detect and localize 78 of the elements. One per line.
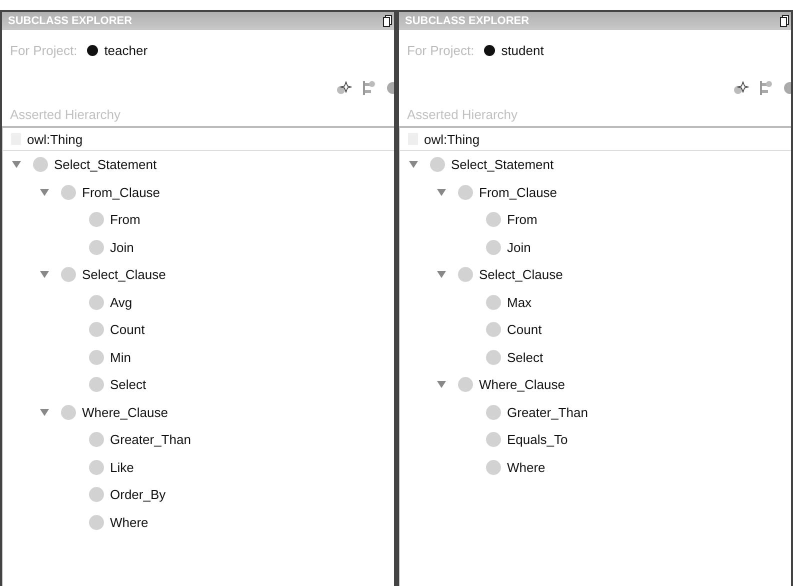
tree-item[interactable]: From bbox=[507, 212, 538, 228]
class-icon bbox=[89, 350, 104, 365]
class-icon bbox=[89, 240, 104, 255]
class-icon bbox=[89, 294, 104, 310]
class-icon bbox=[458, 184, 473, 200]
project-name: teacher bbox=[104, 42, 148, 58]
class-icon bbox=[486, 350, 501, 365]
class-icon bbox=[89, 432, 104, 448]
tree-item[interactable]: Join bbox=[110, 240, 134, 255]
tree-item[interactable]: Where_Clause bbox=[82, 404, 168, 420]
hierarchy-icon[interactable] bbox=[362, 80, 376, 96]
class-icon bbox=[486, 432, 501, 448]
class-icon bbox=[61, 404, 76, 420]
class-icon bbox=[486, 212, 501, 228]
tree-item[interactable]: Select_Clause bbox=[82, 267, 166, 282]
tree-item[interactable]: Where_Clause bbox=[479, 377, 565, 392]
class-icon bbox=[61, 184, 76, 200]
class-icon bbox=[61, 267, 76, 282]
tree-item[interactable]: Select_Statement bbox=[451, 157, 554, 172]
expand-toggle[interactable] bbox=[39, 188, 49, 197]
expand-toggle[interactable] bbox=[436, 380, 446, 390]
tree-item[interactable]: Avg bbox=[110, 294, 132, 310]
window-icon[interactable] bbox=[780, 15, 789, 27]
tree-item[interactable]: Where bbox=[110, 514, 148, 530]
class-icon bbox=[89, 212, 104, 228]
class-icon bbox=[486, 322, 501, 338]
tree-item[interactable]: owl:Thing bbox=[27, 132, 83, 146]
sparkle-icon[interactable] bbox=[336, 81, 352, 95]
project-icon bbox=[87, 44, 98, 56]
hierarchy-icon[interactable] bbox=[759, 80, 773, 96]
tree-item[interactable]: Min bbox=[110, 350, 131, 365]
tree-item[interactable]: Count bbox=[110, 322, 145, 338]
tree-item[interactable]: From bbox=[110, 212, 140, 228]
class-icon bbox=[89, 377, 104, 392]
project-name: student bbox=[501, 42, 544, 58]
expand-toggle[interactable] bbox=[436, 270, 446, 280]
window-icon[interactable] bbox=[383, 15, 392, 27]
tree-item[interactable]: Select bbox=[507, 350, 544, 365]
tree-item[interactable]: Select_Clause bbox=[479, 267, 563, 282]
class-icon bbox=[89, 460, 104, 475]
class-icon bbox=[33, 157, 48, 172]
class-icon bbox=[89, 322, 104, 338]
class-icon bbox=[458, 267, 473, 282]
tree-item[interactable]: Greater_Than bbox=[110, 432, 191, 448]
expand-toggle[interactable] bbox=[11, 160, 21, 170]
project-label: For Project: bbox=[407, 42, 474, 58]
hierarchy-label: Asserted Hierarchy bbox=[407, 107, 518, 122]
tree-item[interactable]: From_Clause bbox=[82, 184, 160, 200]
class-icon bbox=[486, 404, 501, 420]
project-label: For Project: bbox=[10, 42, 78, 58]
class-icon bbox=[89, 514, 104, 530]
tree-item[interactable]: Join bbox=[507, 240, 531, 255]
class-icon bbox=[486, 240, 501, 255]
project-icon bbox=[484, 44, 496, 56]
class-icon bbox=[430, 157, 445, 172]
expand-toggle[interactable] bbox=[436, 188, 446, 197]
expand-toggle[interactable] bbox=[408, 160, 418, 170]
sparkle-icon[interactable] bbox=[733, 81, 749, 95]
tree-item[interactable]: Select_Statement bbox=[54, 157, 157, 172]
class-icon bbox=[458, 377, 473, 392]
tree-item[interactable]: Select bbox=[110, 377, 146, 392]
expand-toggle[interactable] bbox=[39, 270, 49, 280]
tree-item[interactable]: From_Clause bbox=[479, 184, 558, 200]
panel-title: SUBCLASS EXPLORER bbox=[8, 15, 132, 27]
tree-item[interactable]: Where bbox=[507, 460, 546, 475]
class-icon bbox=[486, 294, 501, 310]
tree-item[interactable]: Max bbox=[507, 294, 532, 310]
tree-item[interactable]: Equals_To bbox=[507, 432, 568, 448]
tree-item[interactable]: Greater_Than bbox=[507, 404, 588, 420]
tree-item[interactable]: Order_By bbox=[110, 487, 166, 502]
tree-item[interactable]: Count bbox=[507, 322, 542, 338]
hierarchy-label: Asserted Hierarchy bbox=[10, 107, 121, 122]
class-icon bbox=[89, 487, 104, 502]
tree-item[interactable]: Like bbox=[110, 460, 134, 475]
class-icon bbox=[486, 460, 501, 475]
expand-toggle[interactable] bbox=[39, 408, 49, 417]
tree-item[interactable]: owl:Thing bbox=[424, 132, 480, 146]
panel-title: SUBCLASS EXPLORER bbox=[405, 15, 530, 27]
